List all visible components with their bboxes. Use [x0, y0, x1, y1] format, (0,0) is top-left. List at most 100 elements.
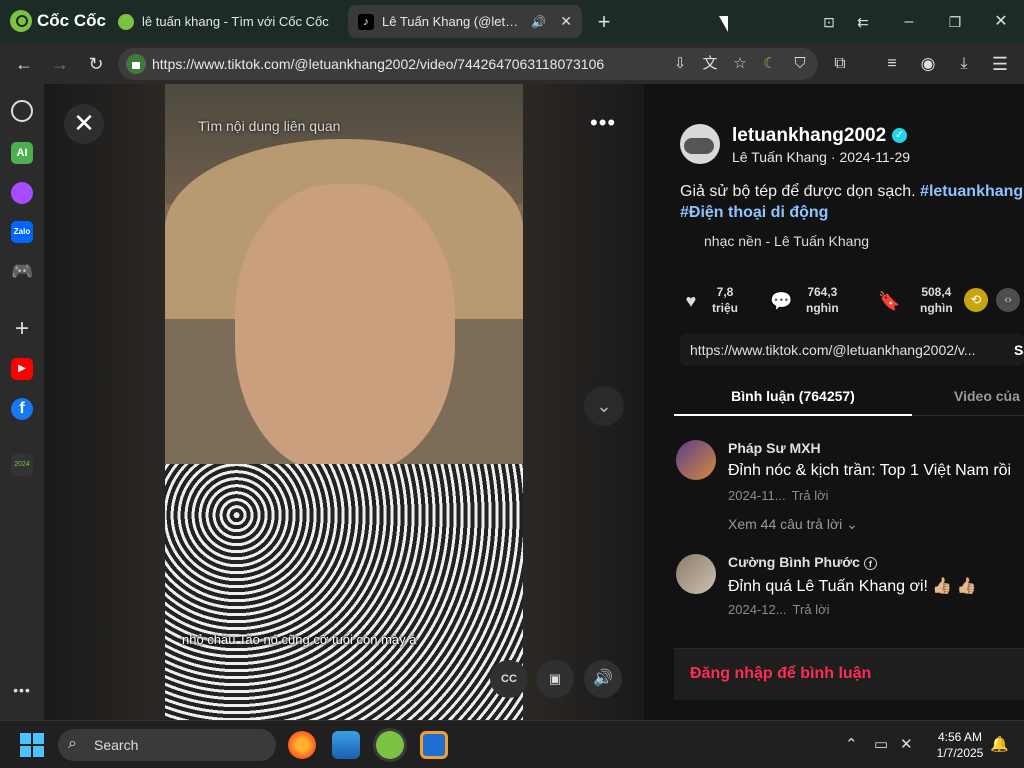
verified-badge-icon: ✓ — [892, 128, 907, 143]
tab-list-icon[interactable]: ⇇ — [849, 8, 877, 36]
more-options-icon[interactable]: ••• — [590, 110, 616, 136]
zalo-icon[interactable]: Zalo — [11, 221, 33, 243]
hashtag-link[interactable]: #Điện thoại di động — [680, 204, 828, 221]
comment-text: Đỉnh quá Lê Tuấn Khang ơi! 👍🏼 👍🏼 — [728, 578, 977, 595]
game-icon[interactable]: 🎮 — [11, 260, 33, 282]
commenter-name[interactable]: Pháp Sư MXH — [728, 440, 821, 456]
download-icon[interactable]: ⤓ — [950, 50, 978, 78]
search-label: Search — [94, 737, 139, 753]
volume-muted-icon[interactable]: ✕ — [900, 735, 913, 753]
comment-meta: 2024-12... Trả lời — [728, 602, 829, 617]
windows-start-icon[interactable] — [20, 733, 44, 757]
profile-icon[interactable]: ◉ — [914, 50, 942, 78]
search-related-text[interactable]: Tìm nội dung liên quan — [198, 118, 340, 134]
new-tab-button[interactable]: + — [590, 8, 618, 36]
coccoc-logo-icon — [10, 10, 32, 32]
media-control-icon[interactable]: ≡ — [878, 50, 906, 78]
repost-icon[interactable]: ⟲ — [964, 288, 988, 312]
login-to-comment-bar[interactable]: Đăng nhập để bình luận — [674, 648, 1024, 700]
firefox-icon[interactable] — [288, 731, 316, 759]
history-icon[interactable] — [11, 100, 33, 122]
coccoc-favicon-icon — [118, 13, 134, 30]
video-link[interactable]: https://www.tiktok.com/@letuankhang2002/… — [690, 342, 976, 358]
minimize-button[interactable]: – — [895, 8, 923, 36]
search-icon: ⌕ — [68, 735, 77, 752]
back-button[interactable]: ← — [10, 50, 38, 78]
screenshot-icon[interactable]: ⊡ — [815, 8, 843, 36]
embed-icon[interactable]: ‹› — [996, 288, 1020, 312]
music-link[interactable]: nhạc nền - Lê Tuấn Khang — [704, 233, 869, 249]
comment-date: 2024-11... — [728, 488, 786, 503]
volume-icon[interactable]: 🔊 — [584, 660, 622, 698]
install-app-icon[interactable]: ⇩ — [670, 54, 690, 74]
author-display-name[interactable]: Lê Tuấn Khang — [732, 149, 827, 165]
tab-creator-videos[interactable]: Video của n — [954, 380, 1024, 412]
mouse-cursor-icon — [719, 16, 728, 32]
coccoc-2024-icon[interactable]: 2024 — [11, 454, 33, 476]
network-icon[interactable]: ▭ — [874, 735, 888, 753]
commenter-avatar[interactable] — [676, 554, 716, 594]
address-bar[interactable]: https://www.tiktok.com/@letuankhang2002/… — [118, 48, 818, 80]
notification-bell-icon[interactable]: 🔔 — [990, 735, 1009, 753]
pip-icon[interactable]: ▣ — [536, 660, 574, 698]
app-taskbar-icon[interactable] — [420, 731, 448, 759]
description-text: Giả sử bộ tép để được dọn sạch. — [680, 183, 921, 200]
tab-tiktok[interactable]: ♪ Lê Tuấn Khang (@letuankhang2002) | Tik… — [348, 5, 582, 38]
video-caption: nhỏ cháu Tao nó cũng cỡ tuổi con mày á — [182, 632, 417, 647]
youtube-icon[interactable]: ▶ — [11, 358, 33, 380]
maximize-button[interactable]: ❐ — [941, 8, 969, 36]
menu-icon[interactable]: ☰ — [986, 50, 1014, 78]
panel-tabs: Bình luận (764257) Video của n — [674, 380, 1024, 416]
reload-button[interactable]: ↻ — [82, 50, 110, 78]
browser-brand[interactable]: Cốc Cốc — [10, 10, 106, 32]
post-date: 2024-11-29 — [839, 149, 911, 165]
lock-icon[interactable] — [126, 54, 146, 74]
save-button[interactable]: 🔖 508,4 nghìn — [878, 284, 968, 320]
next-video-chevron-icon[interactable]: ⌄ — [584, 386, 624, 426]
like-button[interactable]: ♥ 7,8 triệu — [680, 284, 760, 320]
author-avatar[interactable] — [680, 124, 720, 164]
reply-button[interactable]: Trả lời — [793, 602, 830, 617]
copy-link-button[interactable]: Sa — [1014, 342, 1024, 358]
taskbar-search[interactable]: ⌕ Search — [58, 729, 276, 761]
clock-time: 4:56 AM — [937, 730, 983, 744]
comment-count: 764,3 nghìn — [806, 285, 839, 315]
close-window-button[interactable]: ✕ — [987, 8, 1015, 36]
tab-comments[interactable]: Bình luận (764257) — [674, 380, 912, 416]
close-video-button[interactable]: ✕ — [64, 104, 104, 144]
dark-mode-icon[interactable]: ☾ — [760, 54, 780, 74]
comment-button[interactable]: 💬 764,3 nghìn — [770, 284, 860, 320]
tab-search[interactable]: lê tuấn khang - Tìm với Cốc Cốc — [108, 5, 344, 38]
navigation-bar: ← → ↻ https://www.tiktok.com/@letuankhan… — [0, 44, 1024, 84]
comment-meta: 2024-11... Trả lời — [728, 488, 829, 503]
bookmark-star-icon[interactable]: ☆ — [730, 54, 750, 74]
like-count: 7,8 triệu — [712, 285, 739, 315]
reply-button[interactable]: Trả lời — [792, 488, 829, 503]
system-clock[interactable]: 4:56 AM 1/7/2025 — [924, 729, 996, 761]
coccoc-taskbar-icon[interactable] — [376, 731, 404, 759]
captions-button[interactable]: CC — [490, 660, 528, 698]
photos-app-icon[interactable] — [332, 731, 360, 759]
login-to-comment-text[interactable]: Đăng nhập để bình luận — [690, 665, 871, 683]
author-username[interactable]: letuankhang2002 — [732, 125, 886, 147]
translate-icon[interactable]: 文 — [700, 54, 720, 74]
show-hidden-icons-chevron-icon[interactable]: ⌃ — [845, 735, 858, 753]
view-replies-button[interactable]: Xem 44 câu trả lời ⌄ — [728, 516, 858, 533]
tab-close-icon[interactable]: ✕ — [560, 13, 572, 30]
sidebar-more-icon[interactable]: ••• — [11, 682, 33, 704]
commenter-avatar[interactable] — [676, 440, 716, 480]
speaker-icon[interactable]: 🔊 — [531, 15, 546, 29]
video-player[interactable] — [165, 84, 523, 720]
extensions-icon[interactable]: ⧉ — [826, 50, 854, 78]
shield-icon[interactable]: ⛉ — [790, 54, 810, 74]
add-sidebar-icon[interactable]: + — [11, 317, 33, 341]
commenter-name[interactable]: Cường Bình Phước f — [728, 554, 877, 570]
url-text[interactable]: https://www.tiktok.com/@letuankhang2002/… — [152, 56, 604, 72]
messenger-icon[interactable] — [11, 182, 33, 204]
ai-assistant-icon[interactable]: AI — [11, 142, 33, 164]
facebook-icon[interactable]: f — [11, 398, 33, 420]
browser-sidebar: AI Zalo 🎮 + ▶ f 2024 ••• — [0, 84, 44, 720]
hashtag-link[interactable]: #letuankhang — [920, 183, 1023, 200]
forward-button[interactable]: → — [46, 50, 74, 78]
video-area: ✕ Tìm nội dung liên quan ••• ⌄ nhỏ cháu … — [44, 84, 644, 720]
